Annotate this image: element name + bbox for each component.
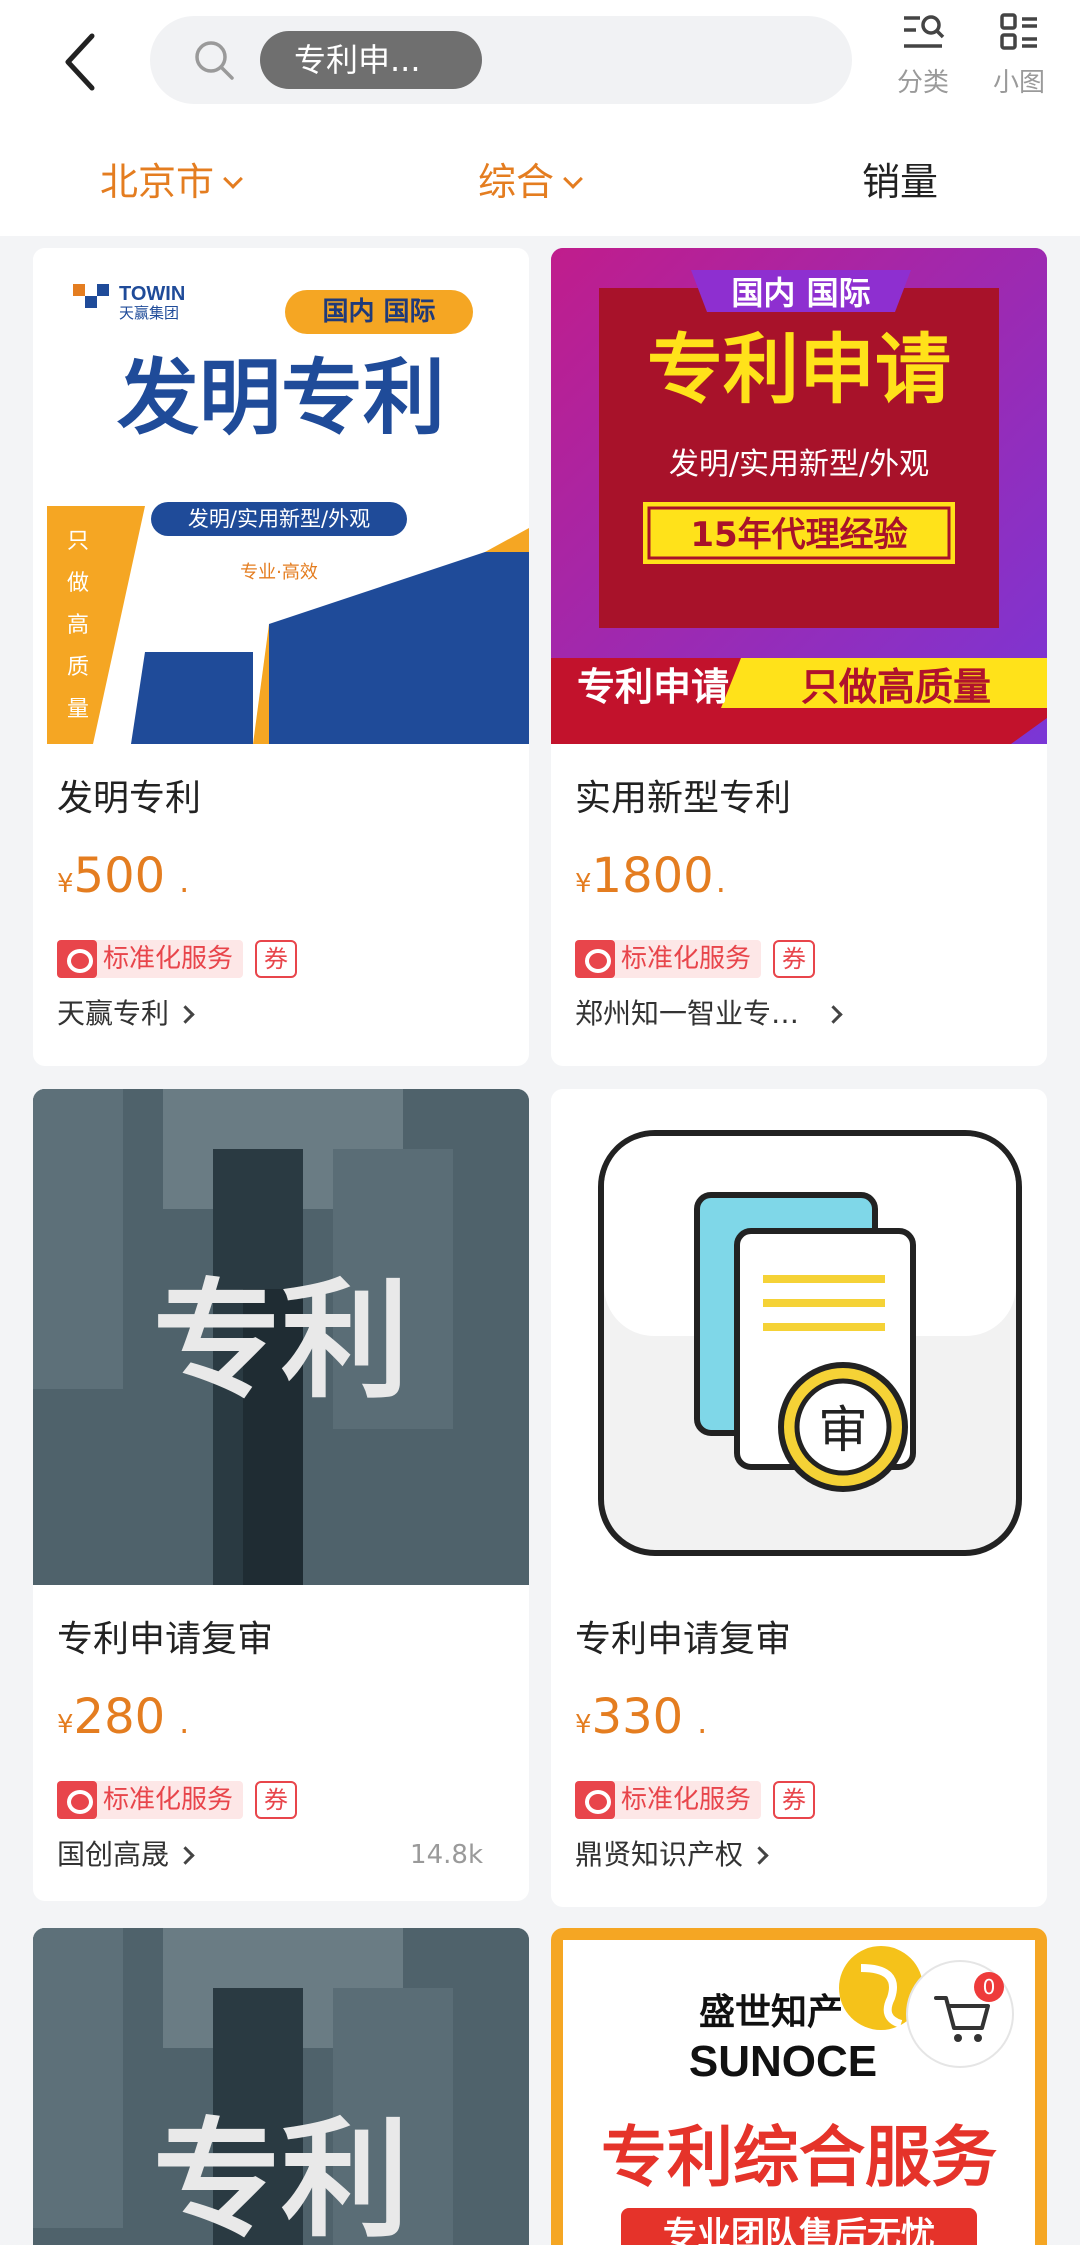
coupon-badge: 券	[255, 940, 298, 978]
back-button[interactable]	[52, 22, 116, 102]
tag-text: 国内 国际	[322, 297, 435, 327]
category-search-icon	[904, 15, 945, 48]
standard-service-badge: 标准化服务	[57, 940, 244, 978]
side-text-4: 质	[67, 655, 89, 680]
product-image: 审	[551, 1089, 1047, 1585]
product-title: 专利申请复审	[575, 1619, 792, 1660]
coupon-badge: 券	[255, 1781, 298, 1819]
shop-link[interactable]: 天赢专利	[57, 996, 195, 1032]
product-image: TOWIN 天赢集团 国内 国际 发明专利 发明/实用新型/外观 专业·高效 只…	[33, 248, 529, 744]
back-arrow-icon	[65, 33, 95, 91]
sub-text: 发明/实用新型/外观	[188, 507, 370, 531]
slogan-text: 15年代理经验	[690, 515, 907, 555]
product-image: 国内 国际 专利申请 发明/实用新型/外观 15年代理经验 专利申请 只做高质量	[551, 248, 1047, 744]
product-title: 发明专利	[57, 778, 202, 819]
side-text-1: 只	[67, 529, 89, 554]
chevron-right-icon	[824, 1005, 843, 1024]
product-card[interactable]: 专利 专利申请复审 ¥280. 标准化服务券 国创高晟 14.8k	[33, 1089, 529, 1901]
sort-filter-label: 综合	[478, 160, 555, 204]
product-card[interactable]: TOWIN 天赢集团 国内 国际 发明专利 发明/实用新型/外观 专业·高效 只…	[33, 248, 529, 1066]
slogan-text: 专业·高效	[240, 562, 318, 583]
headline-text: 专利申请	[647, 325, 951, 414]
product-title: 实用新型专利	[575, 778, 792, 819]
badge-row: 标准化服务券	[57, 1781, 298, 1819]
service-logo-icon	[57, 940, 97, 978]
headline-text: 专利	[153, 1267, 409, 1416]
product-image: 专利	[33, 1928, 529, 2245]
shop-link[interactable]: 郑州知一智业专…	[575, 996, 843, 1032]
sales-filter-label: 销量	[862, 160, 939, 204]
badge-row: 标准化服务券	[575, 940, 816, 978]
service-logo-icon	[575, 1781, 615, 1819]
brand-text: TOWIN	[119, 283, 185, 305]
service-logo-icon	[57, 1781, 97, 1819]
chevron-right-icon	[750, 1846, 769, 1865]
badge-row: 标准化服务券	[575, 1781, 816, 1819]
standard-service-badge: 标准化服务	[57, 1781, 244, 1819]
filter-bar: 北京市 综合 销量	[0, 118, 1080, 236]
product-image: 专利	[33, 1089, 529, 1585]
search-icon	[195, 41, 234, 80]
product-price: ¥280.	[57, 1689, 190, 1745]
brand-cn-text: 天赢集团	[119, 304, 179, 322]
badge-row: 标准化服务券	[57, 940, 298, 978]
sort-filter[interactable]: 综合	[478, 158, 583, 206]
city-filter-label: 北京市	[100, 160, 215, 204]
product-card[interactable]: 国内 国际 专利申请 发明/实用新型/外观 15年代理经验 专利申请 只做高质量…	[551, 248, 1047, 1066]
shop-link[interactable]: 国创高晟	[57, 1837, 195, 1873]
coupon-badge: 券	[773, 1781, 816, 1819]
tag-text: 国内 国际	[731, 274, 870, 312]
seal-text: 审	[818, 1401, 868, 1459]
sub-text: 发明/实用新型/外观	[669, 447, 929, 482]
left-band-text: 专利申请	[577, 665, 729, 709]
sales-filter[interactable]: 销量	[862, 158, 938, 206]
brand-cn-text: 盛世知产	[699, 1992, 843, 2033]
grid-view-label: 小图	[992, 68, 1045, 98]
headline-text: 发明专利	[117, 351, 445, 446]
side-text-5: 量	[67, 697, 89, 722]
product-price: ¥500.	[57, 848, 190, 904]
headline-text: 专利综合服务	[601, 2119, 997, 2196]
brand-text: SUNOCE	[689, 2037, 877, 2086]
search-bar[interactable]: 专利申...	[150, 16, 852, 104]
shop-link[interactable]: 鼎贤知识产权	[575, 1837, 769, 1873]
chevron-down-icon	[563, 169, 583, 189]
side-text-2: 做	[67, 571, 89, 596]
cart-button[interactable]: 0	[906, 1960, 1014, 2068]
standard-service-badge: 标准化服务	[575, 1781, 762, 1819]
product-card[interactable]: 专利	[33, 1928, 529, 2245]
search-query-chip[interactable]: 专利申...	[260, 31, 482, 89]
grid-view-button[interactable]: 小图	[976, 12, 1062, 99]
chevron-right-icon	[176, 1846, 195, 1865]
category-button[interactable]: 分类	[880, 12, 966, 99]
top-bar: 专利申... 分类 小图	[0, 0, 1080, 118]
standard-service-badge: 标准化服务	[575, 940, 762, 978]
chevron-right-icon	[176, 1005, 195, 1024]
product-card[interactable]: 审 专利申请复审 ¥330. 标准化服务券 鼎贤知识产权	[551, 1089, 1047, 1907]
side-text-3: 高	[67, 613, 89, 638]
service-logo-icon	[575, 940, 615, 978]
cart-count-badge: 0	[974, 1972, 1004, 2002]
product-title: 专利申请复审	[57, 1619, 274, 1660]
city-filter[interactable]: 北京市	[100, 158, 243, 206]
category-label: 分类	[896, 68, 949, 98]
coupon-badge: 券	[773, 940, 816, 978]
product-price: ¥330.	[575, 1689, 708, 1745]
right-band-text: 只做高质量	[801, 665, 991, 709]
sales-count: 14.8k	[410, 1840, 483, 1870]
grid-view-icon	[1000, 13, 1037, 50]
chevron-down-icon	[223, 169, 243, 189]
headline-text: 专利	[153, 2106, 409, 2245]
sub-text: 专业团队售后无忧	[663, 2215, 935, 2245]
product-price: ¥1800.	[575, 848, 726, 904]
